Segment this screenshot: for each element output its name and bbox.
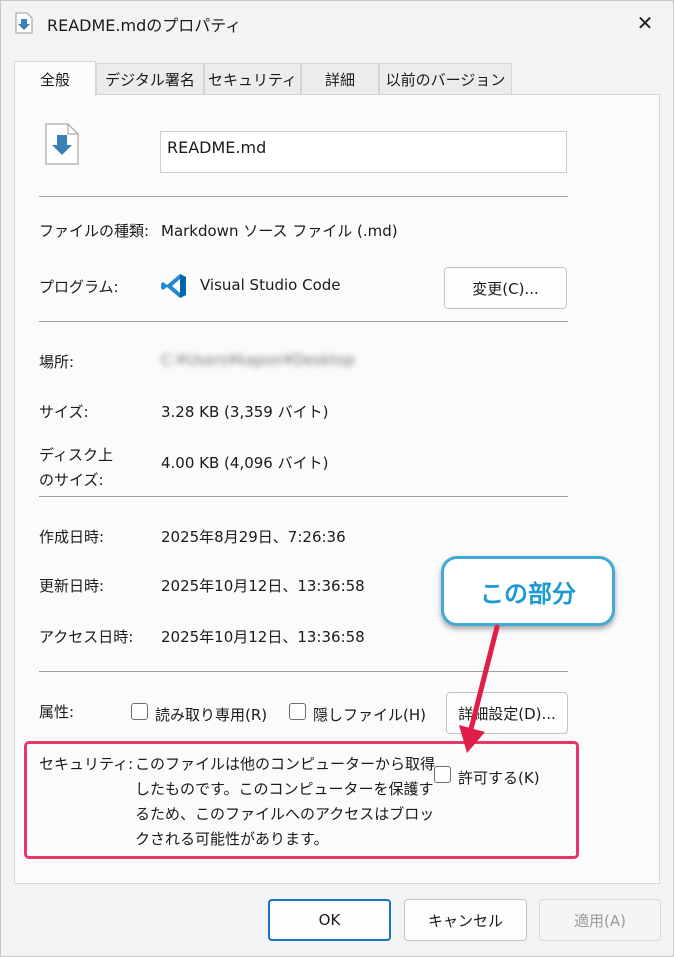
apply-button[interactable]: 適用(A) xyxy=(539,899,661,941)
tab-security[interactable]: セキュリティ xyxy=(204,63,301,94)
separator xyxy=(39,321,568,322)
separator xyxy=(39,671,568,672)
attributes-label: 属性: xyxy=(39,703,75,721)
file-download-icon xyxy=(45,123,79,165)
annotation-callout: この部分 xyxy=(441,556,615,626)
file-type-label: ファイルの種類: xyxy=(39,222,150,240)
size-value: 3.28 KB (3,359 バイト) xyxy=(161,403,329,421)
program-value: Visual Studio Code xyxy=(200,276,341,294)
hidden-label[interactable]: 隠しファイル(H) xyxy=(313,704,426,725)
modified-value: 2025年10月12日、13:36:58 xyxy=(161,577,365,595)
security-highlight-box xyxy=(24,741,579,859)
change-program-button[interactable]: 変更(C)... xyxy=(444,267,567,309)
tab-details[interactable]: 詳細 xyxy=(301,63,379,94)
created-value: 2025年8月29日、7:26:36 xyxy=(161,528,346,546)
close-icon: ✕ xyxy=(636,11,654,35)
program-label: プログラム: xyxy=(39,278,119,296)
ok-button[interactable]: OK xyxy=(268,899,391,941)
created-label: 作成日時: xyxy=(39,528,105,546)
size-label: サイズ: xyxy=(39,403,89,421)
accessed-value: 2025年10月12日、13:36:58 xyxy=(161,628,365,646)
separator xyxy=(39,496,568,497)
hidden-checkbox[interactable] xyxy=(289,703,306,720)
tab-previous-versions[interactable]: 以前のバージョン xyxy=(379,63,512,94)
readonly-checkbox[interactable] xyxy=(131,703,148,720)
file-type-value: Markdown ソース ファイル (.md) xyxy=(161,222,398,240)
tab-digital-signature[interactable]: デジタル署名 xyxy=(96,63,204,94)
accessed-label: アクセス日時: xyxy=(39,628,134,646)
file-download-icon xyxy=(15,12,33,34)
properties-dialog: README.mdのプロパティ ✕ 全般 デジタル署名 セキュリティ 詳細 以前… xyxy=(0,0,674,957)
location-label: 場所: xyxy=(39,353,75,371)
tab-bar: 全般 デジタル署名 セキュリティ 詳細 以前のバージョン xyxy=(14,61,660,96)
vscode-icon xyxy=(161,274,186,298)
separator xyxy=(39,196,568,197)
disk-size-value: 4.00 KB (4,096 バイト) xyxy=(161,454,329,472)
disk-size-label: ディスク上 xyxy=(39,446,113,464)
close-button[interactable]: ✕ xyxy=(621,5,669,41)
advanced-attributes-button[interactable]: 詳細設定(D)... xyxy=(446,692,568,734)
modified-label: 更新日時: xyxy=(39,577,105,595)
disk-size-label: のサイズ: xyxy=(39,471,104,489)
window-title: README.mdのプロパティ xyxy=(47,16,242,35)
location-value: C:¥Users¥kapon¥Desktop xyxy=(161,351,355,369)
readonly-label[interactable]: 読み取り専用(R) xyxy=(155,704,267,725)
filename-input[interactable]: README.md xyxy=(160,131,567,173)
cancel-button[interactable]: キャンセル xyxy=(404,899,527,941)
title-bar: README.mdのプロパティ ✕ xyxy=(1,1,673,45)
tab-general[interactable]: 全般 xyxy=(14,61,96,96)
